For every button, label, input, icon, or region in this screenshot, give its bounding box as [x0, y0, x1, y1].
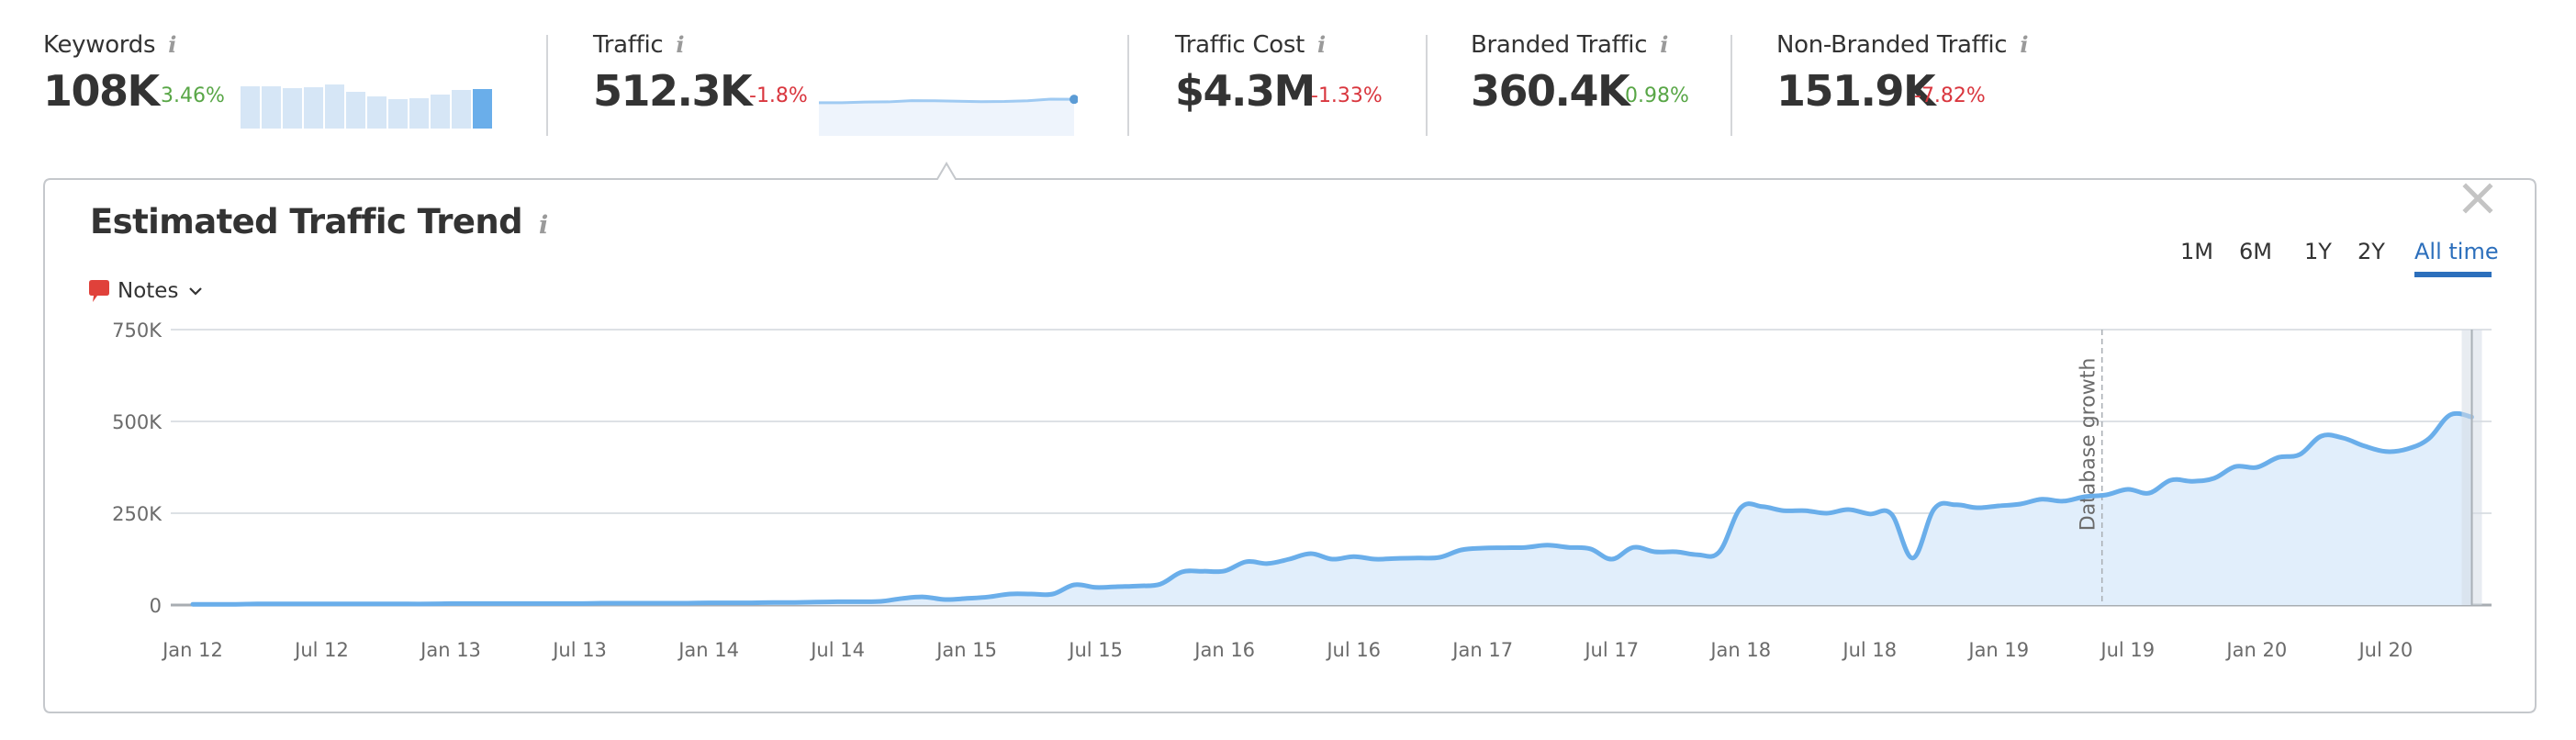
- range-1m[interactable]: 1M: [2180, 239, 2213, 264]
- metric-label: Non-Branded Traffic i: [1776, 31, 2029, 59]
- metric-value: 360.4K: [1471, 66, 1630, 116]
- info-icon[interactable]: i: [1317, 31, 1326, 58]
- notes-label: Notes: [118, 279, 179, 303]
- keywords-bar: [367, 96, 386, 129]
- divider: [1127, 35, 1129, 136]
- traffic-trend-panel: Estimated Traffic Trend i Notes 1M 6M 1Y …: [43, 145, 2537, 714]
- keywords-bar: [283, 87, 302, 129]
- notes-dropdown[interactable]: Notes: [88, 279, 203, 303]
- info-icon[interactable]: i: [1660, 31, 1668, 58]
- metric-delta: 3.46%: [161, 84, 225, 107]
- divider: [546, 35, 548, 136]
- divider: [1426, 35, 1428, 136]
- metric-label: Branded Traffic i: [1471, 31, 1669, 59]
- keywords-bar: [262, 86, 281, 129]
- keywords-bar: [304, 86, 323, 129]
- keywords-bar: [452, 90, 471, 129]
- metric-label: Keywords i: [43, 31, 177, 59]
- panel-title: Estimated Traffic Trend i: [90, 202, 548, 241]
- info-icon[interactable]: i: [676, 31, 684, 58]
- info-icon[interactable]: i: [539, 211, 548, 240]
- metric-delta: -7.82%: [1914, 84, 1986, 107]
- keywords-bar: [346, 92, 365, 129]
- divider: [1730, 35, 1732, 136]
- keywords-bar: [241, 86, 260, 129]
- metric-value: $4.3M: [1175, 66, 1316, 116]
- metric-value: 151.9K: [1776, 66, 1936, 116]
- metric-traffic-cost[interactable]: Traffic Cost i $4.3M -1.33%: [1175, 31, 1414, 132]
- range-2y[interactable]: 2Y: [2358, 239, 2385, 264]
- metric-label: Traffic i: [593, 31, 685, 59]
- keywords-bar: [431, 94, 450, 129]
- keywords-bar: [325, 84, 344, 129]
- metric-branded-traffic[interactable]: Branded Traffic i 360.4K 0.98%: [1471, 31, 1719, 132]
- range-6m[interactable]: 6M: [2239, 239, 2272, 264]
- keywords-sparkline: [241, 81, 494, 129]
- traffic-sparkline-area: [819, 99, 1074, 136]
- range-1y[interactable]: 1Y: [2304, 239, 2332, 264]
- metric-delta: -1.8%: [749, 84, 808, 107]
- info-icon[interactable]: i: [2020, 31, 2028, 58]
- metric-label: Traffic Cost i: [1175, 31, 1326, 59]
- metric-delta: -1.33%: [1311, 84, 1383, 107]
- metric-delta: 0.98%: [1625, 84, 1689, 107]
- keywords-bar: [473, 88, 492, 129]
- traffic-sparkline: [819, 95, 1078, 136]
- chevron-down-icon: [189, 287, 203, 296]
- metric-non-branded-traffic[interactable]: Non-Branded Traffic i 151.9K -7.82%: [1776, 31, 2089, 132]
- info-icon[interactable]: i: [168, 31, 176, 58]
- metric-value: 108K: [43, 66, 160, 116]
- keywords-bar: [388, 99, 408, 129]
- metric-value: 512.3K: [593, 66, 753, 116]
- keywords-bar: [409, 98, 429, 129]
- range-all-time[interactable]: All time: [2414, 239, 2499, 264]
- close-icon[interactable]: [2461, 182, 2494, 215]
- notes-icon: [89, 280, 109, 302]
- active-range-indicator: [2414, 272, 2492, 277]
